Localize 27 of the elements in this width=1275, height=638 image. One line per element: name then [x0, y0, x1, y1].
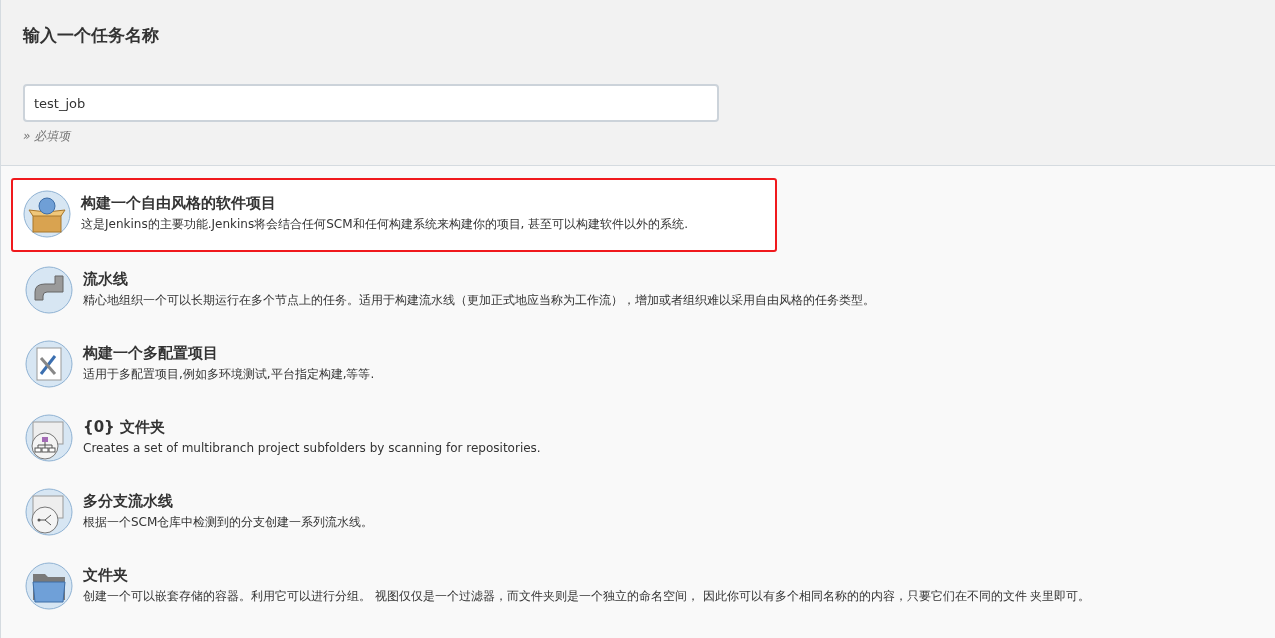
job-type-title: {0} 文件夹	[83, 417, 167, 438]
job-type-description: 这是Jenkins的主要功能.Jenkins将会结合任何SCM和任何构建系统来构建你的项目, 甚至可以构建软件以外的系统.	[81, 216, 688, 233]
job-type-description: 创建一个可以嵌套存储的容器。利用它可以进行分组。 视图仅仅是一个过滤器，而文件夹则是一个独立的命名空间， 因此你可以有多个相同名称的的内容，只要它们在不同的文件 夹里即可。	[83, 588, 1091, 605]
hierarchy-icon	[25, 414, 73, 462]
job-type-title: 构建一个自由风格的软件项目	[81, 193, 277, 214]
box-icon	[23, 190, 71, 238]
job-type-title: 多分支流水线	[83, 491, 174, 512]
job-type-title: 文件夹	[83, 565, 129, 586]
branch-icon	[25, 488, 73, 536]
job-type-title: 流水线	[83, 269, 129, 290]
job-type-item[interactable]: 多分支流水线 根据一个SCM仓库中检测到的分支创建一系列流水线。	[1, 476, 1275, 550]
document-tools-icon	[25, 340, 73, 388]
job-type-item[interactable]: 构建一个自由风格的软件项目 这是Jenkins的主要功能.Jenkins将会结合任何SCM和任何构建系统来构建你的项目, 甚至可以构建软件以外的系统.	[11, 178, 777, 252]
page-title: 输入一个任务名称	[23, 24, 160, 47]
job-type-item[interactable]: 构建一个多配置项目 适用于多配置项目,例如多环境测试,平台指定构建,等等.	[1, 328, 1275, 402]
job-type-item[interactable]: {0} 文件夹 Creates a set of multibranch project subfolders by scanning for repositories.	[1, 402, 1275, 476]
job-type-title: 构建一个多配置项目	[83, 343, 219, 364]
job-type-description: 适用于多配置项目,例如多环境测试,平台指定构建,等等.	[83, 366, 375, 383]
pipe-icon	[25, 266, 73, 314]
job-type-description: 根据一个SCM仓库中检测到的分支创建一系列流水线。	[83, 514, 374, 531]
folder-icon	[25, 562, 73, 610]
job-type-description: Creates a set of multibranch project subfolders by scanning for repositories.	[83, 440, 541, 457]
job-type-description: 精心地组织一个可以长期运行在多个节点上的任务。适用于构建流水线（更加正式地应当称为工作流），增加或者组织难以采用自由风格的任务类型。	[83, 292, 875, 309]
job-type-item[interactable]: 文件夹 创建一个可以嵌套存储的容器。利用它可以进行分组。 视图仅仅是一个过滤器，而文件夹则是一个独立的命名空间， 因此你可以有多个相同名称的的内容，只要它们在不同的文件 夹里即可。	[1, 550, 1275, 624]
item-name-input[interactable]: test_job	[23, 84, 719, 122]
required-note: » 必填项	[23, 128, 73, 145]
job-type-item[interactable]: 流水线 精心地组织一个可以长期运行在多个节点上的任务。适用于构建流水线（更加正式地应当称为工作流），增加或者组织难以采用自由风格的任务类型。	[1, 254, 1275, 328]
